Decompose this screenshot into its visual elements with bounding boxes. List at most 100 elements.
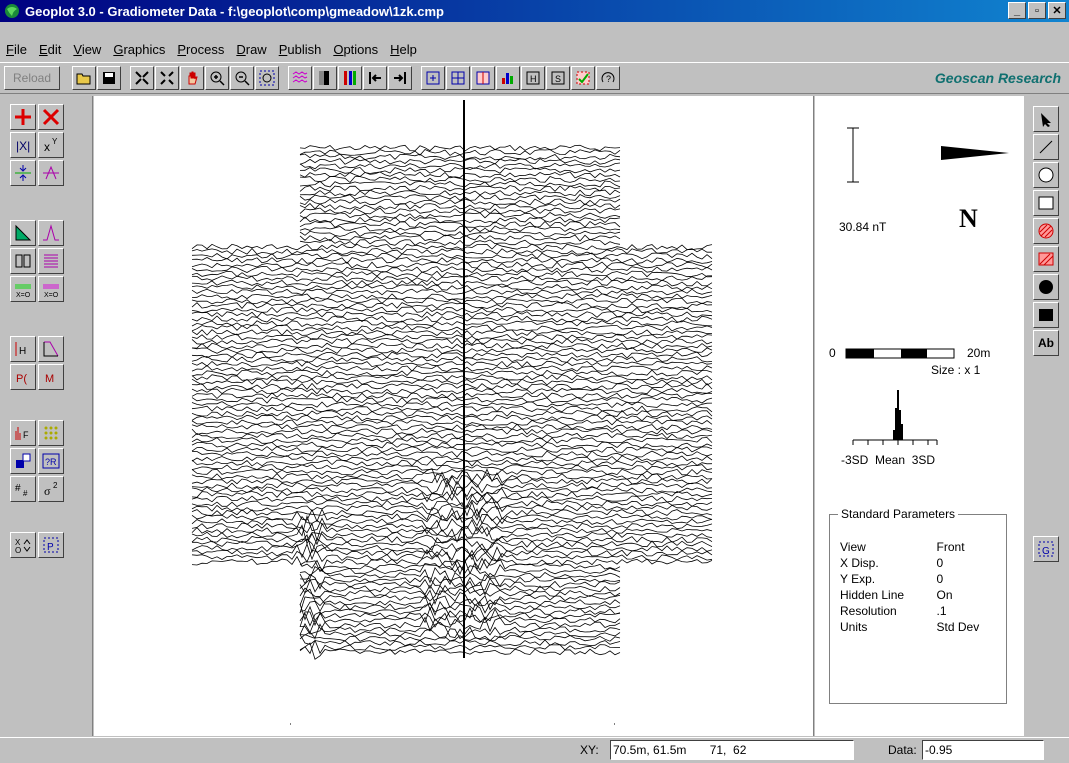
destripe-button[interactable] [38, 248, 64, 274]
trace-line [191, 329, 713, 337]
zoom-out-button[interactable] [230, 66, 254, 90]
compare-grid-button[interactable] [471, 66, 495, 90]
absolute-button[interactable]: |X| [10, 132, 36, 158]
trace-line [191, 414, 713, 422]
hatched-rectangle-tool-button[interactable] [1033, 246, 1059, 272]
svg-text:?: ? [606, 74, 611, 84]
trace-plot-area[interactable] [94, 96, 814, 736]
menu-publish[interactable]: Publish [279, 42, 322, 57]
dots-button[interactable] [38, 420, 64, 446]
save-button[interactable] [97, 66, 121, 90]
maximize-button[interactable]: ▫ [1028, 2, 1046, 19]
menu-options[interactable]: Options [333, 42, 378, 57]
filled-rectangle-tool-button[interactable] [1033, 302, 1059, 328]
open-folder-button[interactable] [72, 66, 96, 90]
trace-line [191, 364, 713, 372]
shrink-arrows-icon [135, 71, 149, 85]
grid-tool-button[interactable]: G [1033, 536, 1059, 562]
interpolate-y-button[interactable]: X=O [38, 276, 64, 302]
despike-button[interactable] [38, 160, 64, 186]
interpolate-x-button[interactable]: X=O [10, 276, 36, 302]
clip-button[interactable] [10, 160, 36, 186]
param-value: Front [936, 540, 965, 554]
svg-text:Y: Y [52, 137, 58, 146]
edge-match-icon [15, 254, 31, 268]
fft-button[interactable]: F [10, 420, 36, 446]
circle-tool-button[interactable] [1033, 162, 1059, 188]
minimize-button[interactable]: _ [1008, 2, 1026, 19]
slope-button[interactable] [10, 220, 36, 246]
param-row: Y Exp. 0 [840, 571, 1000, 587]
select-tool-button[interactable] [1033, 106, 1059, 132]
header-button[interactable]: H [521, 66, 545, 90]
trace-line [191, 468, 713, 484]
save-icon [103, 72, 115, 84]
randomise-button[interactable] [10, 448, 36, 474]
help-button[interactable]: ? [596, 66, 620, 90]
param-value: 0 [936, 572, 944, 586]
line-tool-button[interactable] [1033, 134, 1059, 160]
sigma-icon: σ2 [44, 481, 58, 498]
report-button[interactable]: ?R [38, 448, 64, 474]
svg-text:σ: σ [44, 484, 51, 498]
compare-plot-button[interactable] [338, 66, 362, 90]
zoom-in-button[interactable] [205, 66, 229, 90]
trace-plot-button[interactable] [288, 66, 312, 90]
hatched-circle-tool-button[interactable] [1033, 218, 1059, 244]
parameters-button[interactable]: P [38, 532, 64, 558]
zoom-fit-button[interactable] [155, 66, 179, 90]
move-right-button[interactable] [388, 66, 412, 90]
menu-graphics[interactable]: Graphics [113, 42, 165, 57]
param-row: Units Std Dev [840, 619, 1000, 635]
high-pass-button[interactable]: H [10, 336, 36, 362]
menu-view[interactable]: View [73, 42, 101, 57]
zoom-box-button[interactable] [255, 66, 279, 90]
edge-match-button[interactable] [10, 248, 36, 274]
grid-tool-label: G [1042, 546, 1050, 557]
move-left-button[interactable] [363, 66, 387, 90]
trace-line [299, 225, 621, 233]
trace-line [299, 194, 621, 201]
shade-plot-button[interactable] [313, 66, 337, 90]
check-button[interactable] [571, 66, 595, 90]
menu-help[interactable]: Help [390, 42, 417, 57]
svg-text:H: H [19, 346, 26, 357]
statistics-button[interactable]: S [546, 66, 570, 90]
median-button[interactable]: M [38, 364, 64, 390]
filled-circle-tool-button[interactable] [1033, 274, 1059, 300]
periodic-button[interactable]: P( [10, 364, 36, 390]
low-pass-button[interactable] [38, 336, 64, 362]
close-button[interactable]: ✕ [1048, 2, 1066, 19]
scale-bar-icon [847, 127, 859, 183]
power-button[interactable]: xY [38, 132, 64, 158]
swap-button[interactable]: XO [10, 532, 36, 558]
trace-line [191, 351, 713, 359]
param-value: 0 [936, 556, 944, 570]
trace-line [191, 382, 713, 390]
menu-process[interactable]: Process [177, 42, 224, 57]
x-power-icon: xY [44, 137, 58, 154]
pan-button[interactable] [180, 66, 204, 90]
param-key: Y Exp. [840, 572, 876, 586]
svg-text:H: H [530, 74, 537, 84]
delete-button[interactable] [38, 104, 64, 130]
numeric-button[interactable]: # # [10, 476, 36, 502]
menu-file[interactable]: File [6, 42, 27, 57]
left-tool-panel: |X| xY X=O X=O H P( M F ?R # # σ2 XO P [0, 96, 93, 736]
rectangle-tool-button[interactable] [1033, 190, 1059, 216]
point-button[interactable] [421, 66, 445, 90]
trace-line [191, 468, 713, 476]
params-title: Standard Parameters [838, 507, 959, 521]
menu-draw[interactable]: Draw [236, 42, 266, 57]
menu-edit[interactable]: Edit [39, 42, 61, 57]
add-button[interactable] [10, 104, 36, 130]
grid-button[interactable] [446, 66, 470, 90]
std-dev-button[interactable]: σ2 [38, 476, 64, 502]
reload-button[interactable]: Reload [4, 66, 60, 90]
peak-button[interactable] [38, 220, 64, 246]
graph-button[interactable] [496, 66, 520, 90]
param-key: Hidden Line [840, 588, 905, 602]
text-tool-button[interactable]: Ab [1033, 330, 1059, 356]
zoom-extent-button[interactable] [130, 66, 154, 90]
report-icon: ?R [42, 453, 60, 469]
